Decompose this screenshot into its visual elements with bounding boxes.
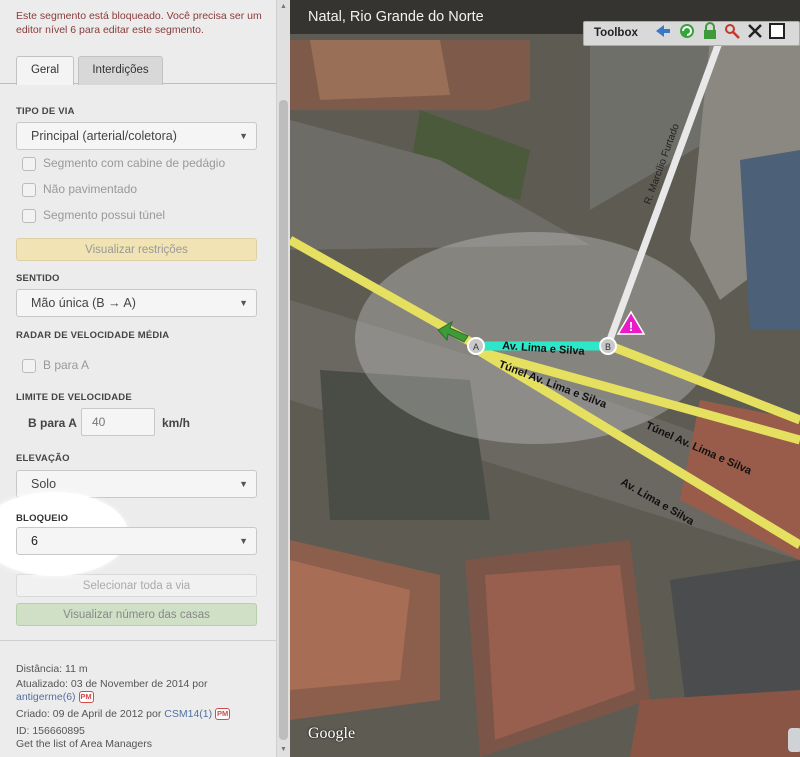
road-type-value: Principal (arterial/coletora) — [31, 129, 177, 143]
checkbox-box[interactable] — [22, 359, 36, 373]
elevation-title: ELEVAÇÃO — [16, 453, 70, 464]
back-arrow-icon[interactable] — [654, 22, 672, 40]
direction-select[interactable]: Mão única (B → A) ▼ — [16, 289, 257, 317]
area-managers-link[interactable]: Get the list of Area Managers — [16, 738, 152, 750]
panel-tabs: Geral Interdições — [0, 54, 276, 86]
created-by-link[interactable]: CSM14(1) — [164, 708, 212, 720]
direction-value: Mão única (B → A) — [31, 296, 136, 310]
unpaved-checkbox-label: Não pavimentado — [43, 182, 138, 196]
map-location-title: Natal, Rio Grande do Norte — [308, 9, 484, 25]
building-roof — [630, 690, 800, 757]
speed-radar-title: RADAR DE VELOCIDADE MÉDIA — [16, 330, 170, 341]
chevron-down-icon: ▼ — [239, 131, 248, 141]
checkbox-box[interactable] — [22, 157, 36, 171]
tab-interdicoes[interactable]: Interdições — [78, 56, 163, 85]
map-zoom-control[interactable] — [788, 728, 800, 752]
tools-icon[interactable] — [746, 22, 764, 40]
tunnel-checkbox-label: Segmento possui túnel — [43, 208, 166, 222]
select-whole-road-button[interactable]: Selecionar toda a via — [16, 574, 257, 597]
toolbox[interactable]: Toolbox — [583, 21, 800, 46]
view-house-numbers-button[interactable]: Visualizar número das casas — [16, 603, 257, 626]
window-icon[interactable] — [768, 22, 786, 40]
toll-checkbox-label: Segmento com cabine de pedágio — [43, 156, 226, 170]
road-type-select[interactable]: Principal (arterial/coletora) ▼ — [16, 122, 257, 150]
panel-content: Este segmento está bloqueado. Você preci… — [0, 0, 276, 757]
view-restrictions-button[interactable]: Visualizar restrições — [16, 238, 257, 261]
chevron-down-icon: ▼ — [239, 479, 248, 489]
lock-level-value: 6 — [31, 534, 38, 548]
chevron-down-icon: ▼ — [239, 536, 248, 546]
speed-limit-unit: km/h — [162, 416, 191, 430]
road-type-title: TIPO DE VIA — [16, 106, 75, 117]
speed-radar-checkbox-label: B para A — [43, 358, 90, 372]
speed-limit-input[interactable]: 40 — [81, 408, 155, 436]
map-canvas[interactable]: R. Marcílio Furtado Av. Lima e Silva Tún… — [290, 0, 800, 757]
speed-limit-direction: B para A — [28, 416, 77, 430]
created-text: Criado: 09 de April de 2012 por — [16, 708, 162, 720]
scroll-up-icon[interactable]: ▲ — [279, 3, 288, 11]
map-view[interactable]: R. Marcílio Furtado Av. Lima e Silva Tún… — [290, 0, 800, 757]
google-attribution: Google — [308, 725, 356, 742]
segment-edit-panel: Este segmento está bloqueado. Você preci… — [0, 0, 290, 757]
chevron-down-icon: ▼ — [239, 298, 248, 308]
scroll-thumb[interactable] — [279, 100, 288, 740]
checkbox-box[interactable] — [22, 183, 36, 197]
distance-text: Distância: 11 m — [16, 663, 88, 675]
scroll-down-icon[interactable]: ▼ — [279, 746, 288, 754]
panel-scrollbar[interactable]: ▲ ▼ — [276, 0, 290, 757]
toolbox-label: Toolbox — [594, 27, 638, 39]
updated-by-row: antigerme(6) PM — [16, 691, 94, 704]
lock-icon[interactable] — [701, 22, 719, 40]
speed-limit-row: B para A 40 km/h — [16, 408, 261, 438]
updated-by-link[interactable]: antigerme(6) — [16, 691, 76, 703]
tab-geral[interactable]: Geral — [16, 56, 74, 86]
lock-warning-message: Este segmento está bloqueado. Você preci… — [16, 10, 262, 36]
elevation-value: Solo — [31, 477, 57, 491]
speed-limit-title: LIMITE DE VELOCIDADE — [16, 392, 132, 403]
updated-text: Atualizado: 03 de November de 2014 por — [16, 678, 208, 690]
warning-exclamation: ! — [629, 319, 633, 334]
pm-badge[interactable]: PM — [78, 691, 94, 704]
segment-info-footer: Distância: 11 m Atualizado: 03 de Novemb… — [0, 640, 276, 757]
selection-area — [355, 232, 715, 444]
area-managers-row: Get the list of Area Managers — [16, 738, 152, 750]
node-a-label: A — [473, 342, 479, 352]
speed-limit-value: 40 — [92, 415, 106, 429]
building-roof — [740, 150, 800, 330]
node-b-label: B — [605, 342, 611, 352]
pm-badge[interactable]: PM — [215, 708, 231, 721]
refresh-icon[interactable] — [678, 22, 696, 40]
lock-title: BLOQUEIO — [16, 513, 69, 524]
building-roof — [310, 40, 450, 100]
created-row: Criado: 09 de April de 2012 por CSM14(1)… — [16, 708, 231, 721]
user-search-icon[interactable] — [723, 22, 741, 40]
segment-id-text: ID: 156660895 — [16, 725, 85, 737]
checkbox-box[interactable] — [22, 209, 36, 223]
direction-title: SENTIDO — [16, 273, 60, 284]
lock-level-select[interactable]: 6 ▼ — [16, 527, 257, 555]
